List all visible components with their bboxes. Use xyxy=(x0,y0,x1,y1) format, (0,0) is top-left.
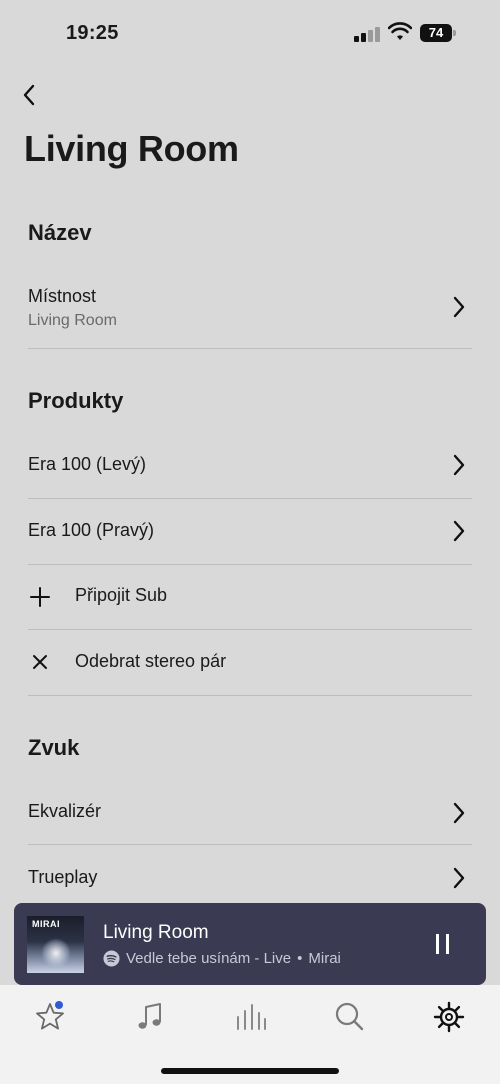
now-playing-track-line: Vedle tebe usínám - Live • Mirai xyxy=(103,950,341,967)
row-label: Místnost xyxy=(28,286,97,306)
product-row-left[interactable]: Era 100 (Levý) xyxy=(28,433,472,498)
row-label: Připojit Sub xyxy=(75,585,168,605)
status-time: 19:25 xyxy=(66,22,119,44)
equalizer-row[interactable]: Ekvalizér xyxy=(28,780,472,844)
trueplay-row[interactable]: Trueplay xyxy=(28,845,472,903)
signal-icon xyxy=(354,26,382,42)
album-art: MIRAI xyxy=(27,916,84,973)
add-sub-row[interactable]: Připojit Sub xyxy=(28,565,472,629)
spotify-icon xyxy=(103,950,120,967)
pause-button[interactable] xyxy=(432,934,456,956)
music-note-icon xyxy=(138,1003,161,1029)
remove-stereo-pair-row[interactable]: Odebrat stereo pár xyxy=(28,630,472,695)
back-button[interactable] xyxy=(14,80,44,110)
notification-badge xyxy=(55,1001,63,1009)
chevron-right-icon xyxy=(453,296,465,318)
equalizer-bars-icon xyxy=(237,1004,266,1030)
tab-settings[interactable] xyxy=(431,999,467,1035)
page-title: Living Room xyxy=(24,128,239,169)
row-label: Era 100 (Levý) xyxy=(28,454,147,474)
section-heading-sound: Zvuk xyxy=(28,735,80,760)
row-label: Trueplay xyxy=(28,867,98,887)
row-value: Living Room xyxy=(28,312,117,329)
row-label: Odebrat stereo pár xyxy=(75,651,227,671)
battery-percent: 74 xyxy=(420,24,452,42)
now-playing-bar[interactable]: MIRAI Living Room Vedle tebe usínám - Li… xyxy=(14,903,486,985)
battery-icon: 74 xyxy=(420,24,456,42)
now-playing-artist: Mirai xyxy=(308,950,341,967)
now-playing-track: Vedle tebe usínám - Live xyxy=(126,950,292,967)
album-art-text: MIRAI xyxy=(32,919,60,929)
section-heading-name: Název xyxy=(28,220,92,245)
chevron-right-icon xyxy=(453,802,465,824)
product-row-right[interactable]: Era 100 (Pravý) xyxy=(28,499,472,564)
tab-music[interactable] xyxy=(132,999,168,1035)
pause-icon xyxy=(436,934,439,954)
plus-icon xyxy=(30,587,50,607)
wifi-icon xyxy=(388,22,412,40)
section-heading-products: Produkty xyxy=(28,388,124,413)
gear-icon xyxy=(433,1001,465,1033)
divider xyxy=(28,348,472,349)
tab-search[interactable] xyxy=(331,999,367,1035)
row-label: Ekvalizér xyxy=(28,801,102,821)
separator: • xyxy=(297,950,303,967)
close-icon xyxy=(33,655,47,669)
chevron-right-icon xyxy=(453,520,465,542)
row-label: Era 100 (Pravý) xyxy=(28,520,155,540)
search-icon xyxy=(335,1002,364,1031)
chevron-right-icon xyxy=(453,454,465,476)
chevron-left-icon xyxy=(23,84,35,106)
status-bar: 19:25 74 xyxy=(0,0,500,66)
home-indicator xyxy=(161,1068,339,1074)
now-playing-room: Living Room xyxy=(103,922,209,943)
tab-favorites[interactable] xyxy=(32,999,68,1035)
star-icon xyxy=(36,1001,64,1030)
tab-rooms[interactable] xyxy=(232,999,268,1035)
chevron-right-icon xyxy=(453,867,465,889)
divider xyxy=(28,695,472,696)
room-name-row[interactable]: Místnost Living Room xyxy=(28,280,472,348)
